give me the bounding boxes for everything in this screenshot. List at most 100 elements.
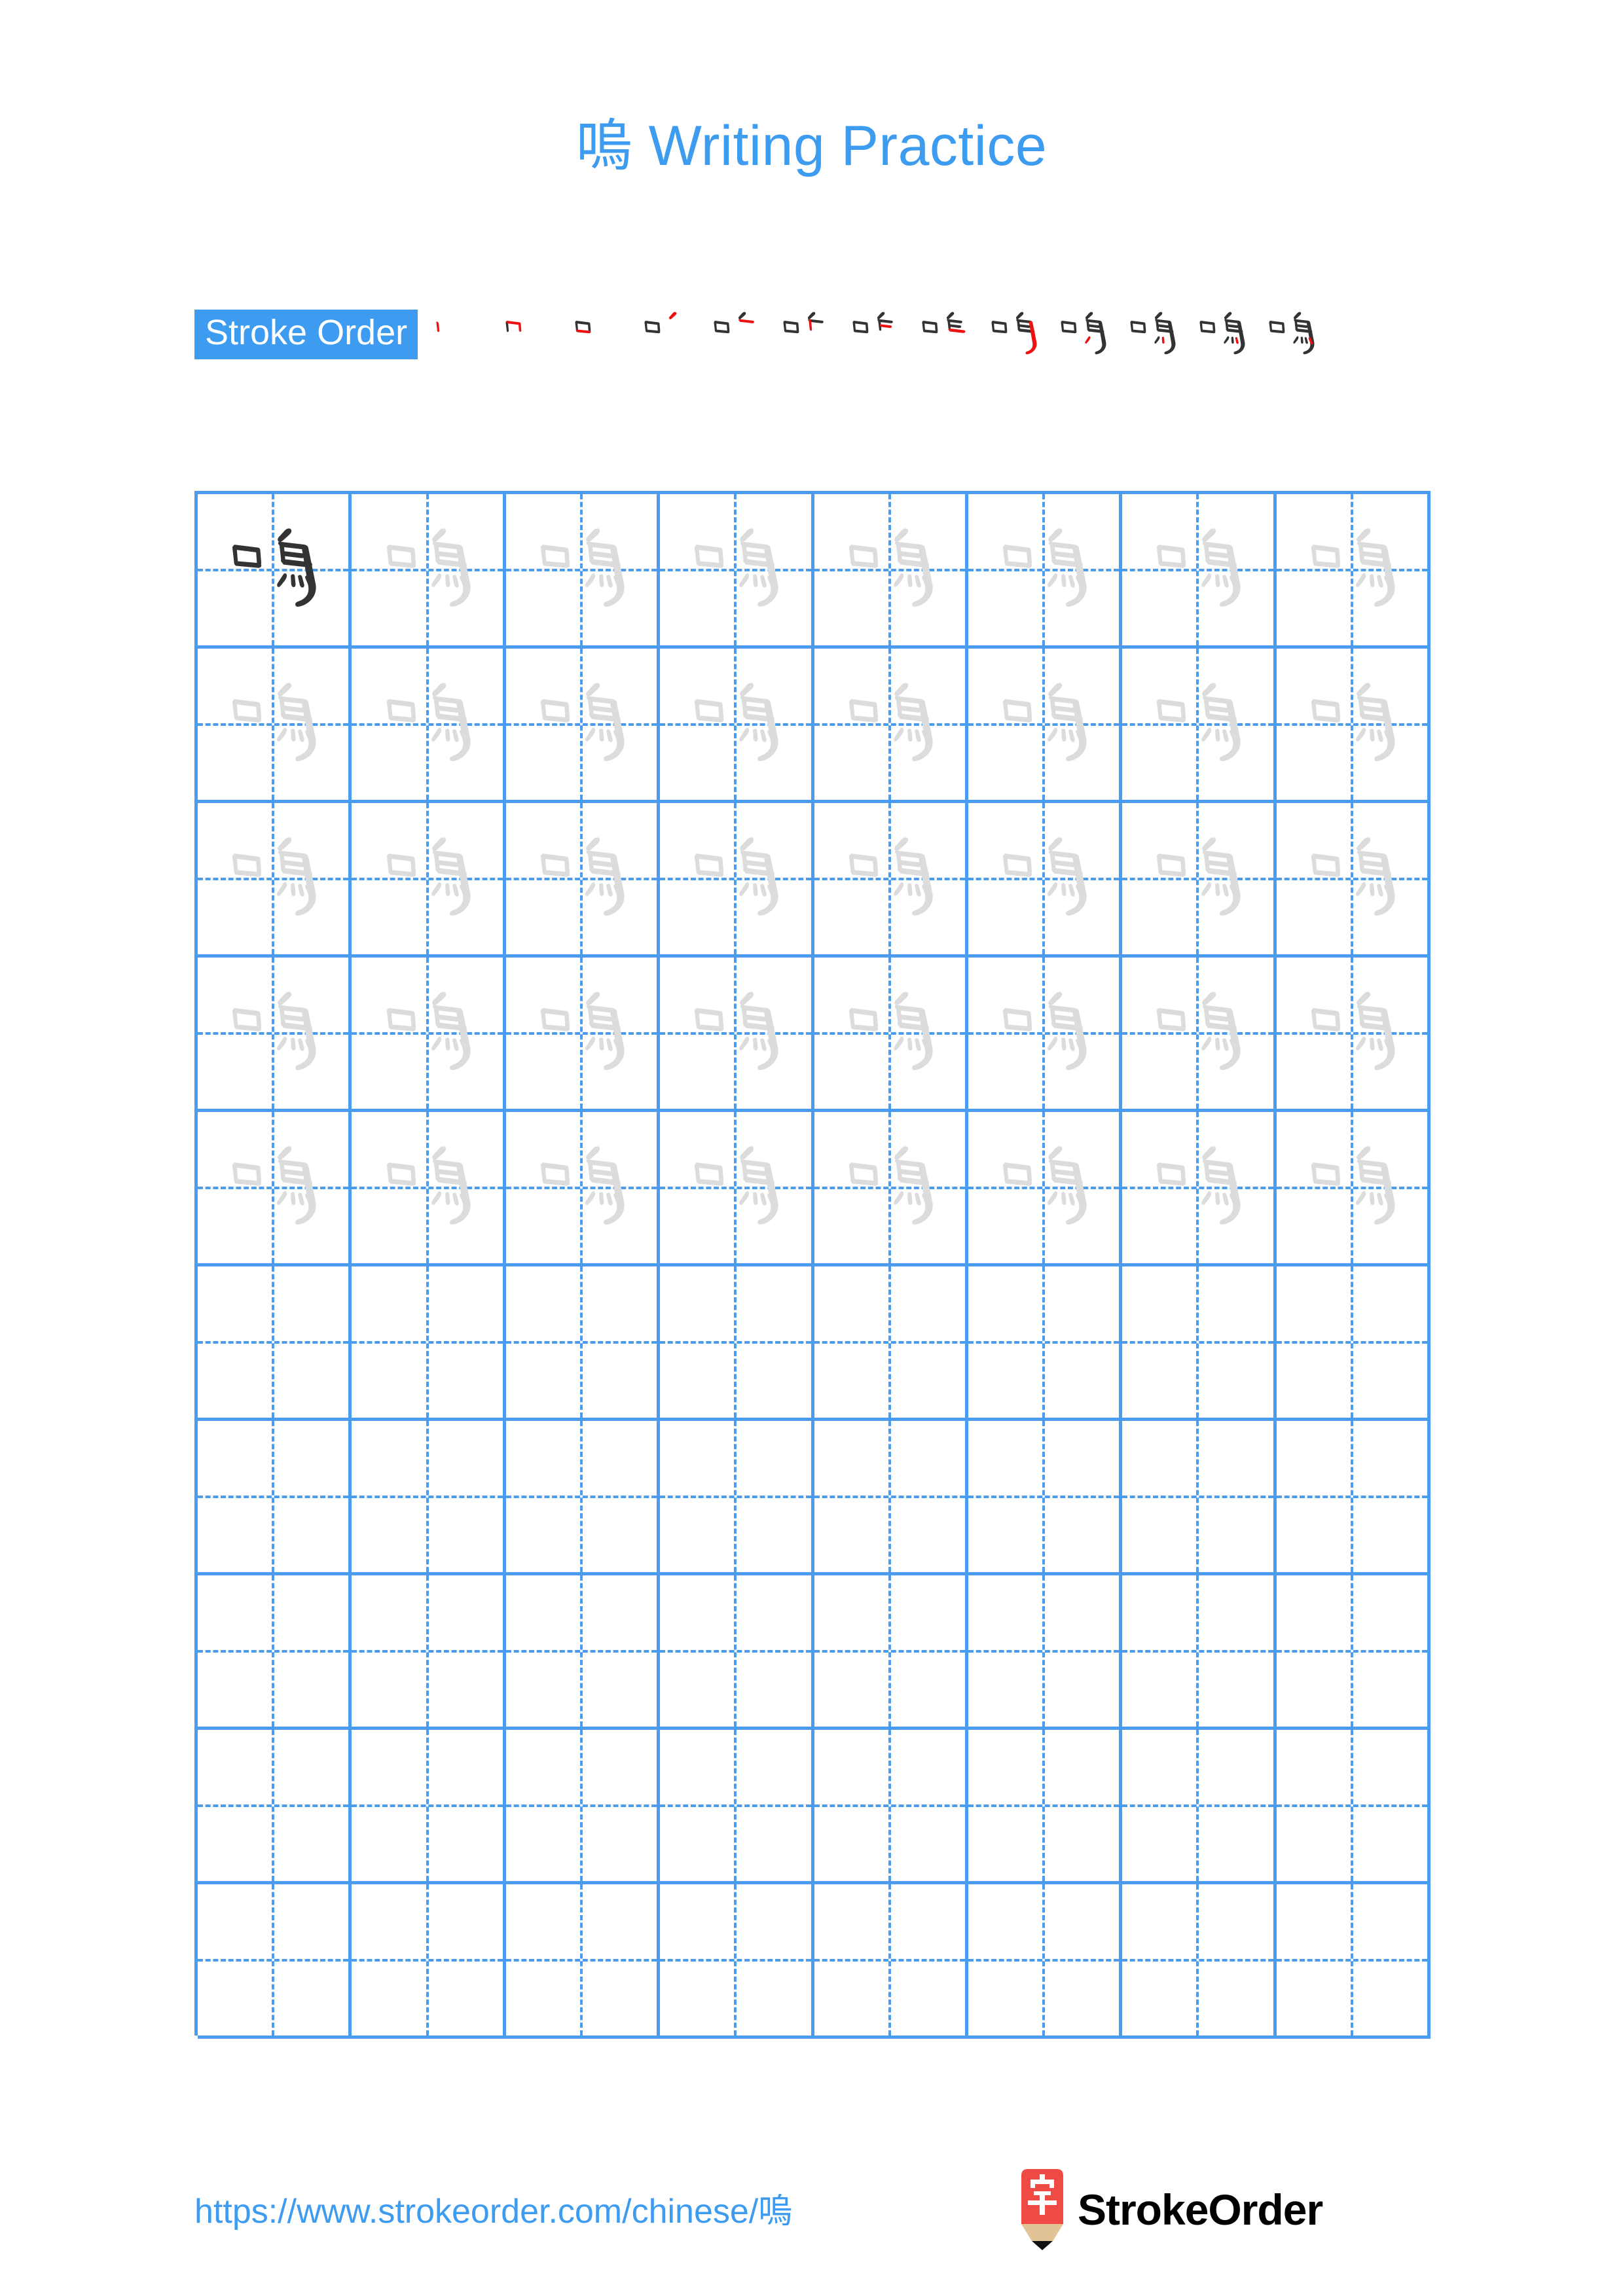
practice-cell-r6-c4[interactable] [660, 1266, 814, 1421]
practice-cell-r5-c4[interactable] [660, 1112, 814, 1266]
practice-cell-r7-c4[interactable] [660, 1421, 814, 1575]
practice-cell-r10-c6[interactable] [968, 1884, 1123, 2039]
practice-cell-r8-c7[interactable] [1122, 1575, 1277, 1730]
practice-cell-r3-c3[interactable] [505, 803, 661, 958]
trace-character [352, 494, 502, 645]
cell-horizontal-guide [198, 1804, 349, 1807]
practice-cell-r4-c7[interactable] [1122, 958, 1277, 1112]
practice-cell-r10-c2[interactable] [352, 1884, 506, 2039]
practice-cell-r2-c8[interactable] [1276, 649, 1431, 803]
practice-cell-r2-c3[interactable] [505, 649, 661, 803]
practice-cell-r3-c4[interactable] [660, 803, 814, 958]
practice-cell-r3-c7[interactable] [1122, 803, 1277, 958]
practice-cell-r7-c3[interactable] [505, 1421, 661, 1575]
practice-cell-r8-c6[interactable] [968, 1575, 1123, 1730]
practice-cell-r3-c6[interactable] [968, 803, 1123, 958]
practice-cell-r9-c8[interactable] [1276, 1730, 1431, 1884]
practice-cell-r2-c6[interactable] [968, 649, 1123, 803]
practice-cell-r10-c3[interactable] [505, 1884, 661, 2039]
practice-cell-r4-c3[interactable] [505, 958, 661, 1112]
practice-cell-r4-c8[interactable] [1276, 958, 1431, 1112]
practice-cell-r3-c5[interactable] [814, 803, 968, 958]
practice-cell-r5-c7[interactable] [1122, 1112, 1277, 1266]
practice-cell-r6-c3[interactable] [505, 1266, 661, 1421]
practice-cell-r10-c8[interactable] [1276, 1884, 1431, 2039]
practice-cell-r5-c6[interactable] [968, 1112, 1123, 1266]
practice-cell-r5-c2[interactable] [352, 1112, 506, 1266]
practice-cell-r9-c3[interactable] [505, 1730, 661, 1884]
practice-cell-r8-c4[interactable] [660, 1575, 814, 1730]
practice-cell-r10-c7[interactable] [1122, 1884, 1277, 2039]
practice-cell-r6-c5[interactable] [814, 1266, 968, 1421]
practice-cell-r2-c2[interactable] [352, 649, 506, 803]
practice-cell-r7-c1[interactable] [198, 1421, 352, 1575]
cell-horizontal-guide [1122, 1340, 1273, 1344]
practice-cell-r2-c4[interactable] [660, 649, 814, 803]
practice-cell-r4-c5[interactable] [814, 958, 968, 1112]
practice-grid-row [198, 1730, 1431, 1884]
stroke-order-step-11 [1118, 296, 1187, 373]
practice-cell-r10-c4[interactable] [660, 1884, 814, 2039]
stroke-order-step-10 [1048, 296, 1118, 373]
practice-cell-r7-c6[interactable] [968, 1421, 1123, 1575]
practice-cell-r1-c3[interactable] [505, 494, 661, 649]
practice-cell-r8-c8[interactable] [1276, 1575, 1431, 1730]
practice-cell-r9-c5[interactable] [814, 1730, 968, 1884]
practice-cell-r1-c2[interactable] [352, 494, 506, 649]
cell-horizontal-guide [198, 1340, 349, 1344]
practice-cell-r5-c8[interactable] [1276, 1112, 1431, 1266]
practice-cell-r9-c4[interactable] [660, 1730, 814, 1884]
practice-cell-r8-c2[interactable] [352, 1575, 506, 1730]
practice-cell-r6-c1[interactable] [198, 1266, 352, 1421]
practice-cell-r8-c1[interactable] [198, 1575, 352, 1730]
stroke-order-step-6 [771, 296, 840, 373]
practice-cell-r7-c2[interactable] [352, 1421, 506, 1575]
practice-cell-r8-c3[interactable] [505, 1575, 661, 1730]
practice-cell-r1-c6[interactable] [968, 494, 1123, 649]
practice-cell-r7-c7[interactable] [1122, 1421, 1277, 1575]
footer-brand[interactable]: StrokeOrder [1016, 2168, 1323, 2251]
practice-cell-r6-c6[interactable] [968, 1266, 1123, 1421]
practice-cell-r4-c1[interactable] [198, 958, 352, 1112]
practice-cell-r2-c1[interactable] [198, 649, 352, 803]
practice-cell-r8-c5[interactable] [814, 1575, 968, 1730]
practice-cell-r3-c8[interactable] [1276, 803, 1431, 958]
cell-horizontal-guide [352, 1495, 503, 1498]
practice-cell-r10-c1[interactable] [198, 1884, 352, 2039]
practice-cell-r1-c4[interactable] [660, 494, 814, 649]
practice-cell-r5-c1[interactable] [198, 1112, 352, 1266]
practice-cell-r10-c5[interactable] [814, 1884, 968, 2039]
practice-cell-r2-c7[interactable] [1122, 649, 1277, 803]
cell-horizontal-guide [1276, 1958, 1427, 1962]
practice-cell-r1-c7[interactable] [1122, 494, 1277, 649]
practice-cell-r9-c1[interactable] [198, 1730, 352, 1884]
practice-cell-r1-c8[interactable] [1276, 494, 1431, 649]
practice-cell-r4-c2[interactable] [352, 958, 506, 1112]
practice-cell-r5-c5[interactable] [814, 1112, 968, 1266]
practice-cell-r5-c3[interactable] [505, 1112, 661, 1266]
practice-cell-r3-c2[interactable] [352, 803, 506, 958]
practice-cell-r7-c8[interactable] [1276, 1421, 1431, 1575]
cell-horizontal-guide [505, 1958, 657, 1962]
trace-character [1122, 649, 1273, 800]
practice-cell-r9-c2[interactable] [352, 1730, 506, 1884]
page-title-text: 嗚 Writing Practice [575, 115, 1048, 177]
footer-url[interactable]: https://www.strokeorder.com/chinese/嗚 [194, 2183, 792, 2233]
trace-character [198, 958, 348, 1109]
practice-cell-r4-c4[interactable] [660, 958, 814, 1112]
practice-cell-r2-c5[interactable] [814, 649, 968, 803]
cell-horizontal-guide [968, 1340, 1120, 1344]
practice-cell-r1-c5[interactable] [814, 494, 968, 649]
practice-cell-r9-c6[interactable] [968, 1730, 1123, 1884]
cell-horizontal-guide [352, 1340, 503, 1344]
trace-character [1122, 1112, 1273, 1263]
practice-cell-r6-c2[interactable] [352, 1266, 506, 1421]
practice-cell-r6-c8[interactable] [1276, 1266, 1431, 1421]
practice-cell-r6-c7[interactable] [1122, 1266, 1277, 1421]
cell-horizontal-guide [814, 1495, 965, 1498]
practice-cell-r7-c5[interactable] [814, 1421, 968, 1575]
practice-cell-r1-c1[interactable] [198, 494, 352, 649]
practice-cell-r3-c1[interactable] [198, 803, 352, 958]
practice-cell-r4-c6[interactable] [968, 958, 1123, 1112]
practice-cell-r9-c7[interactable] [1122, 1730, 1277, 1884]
